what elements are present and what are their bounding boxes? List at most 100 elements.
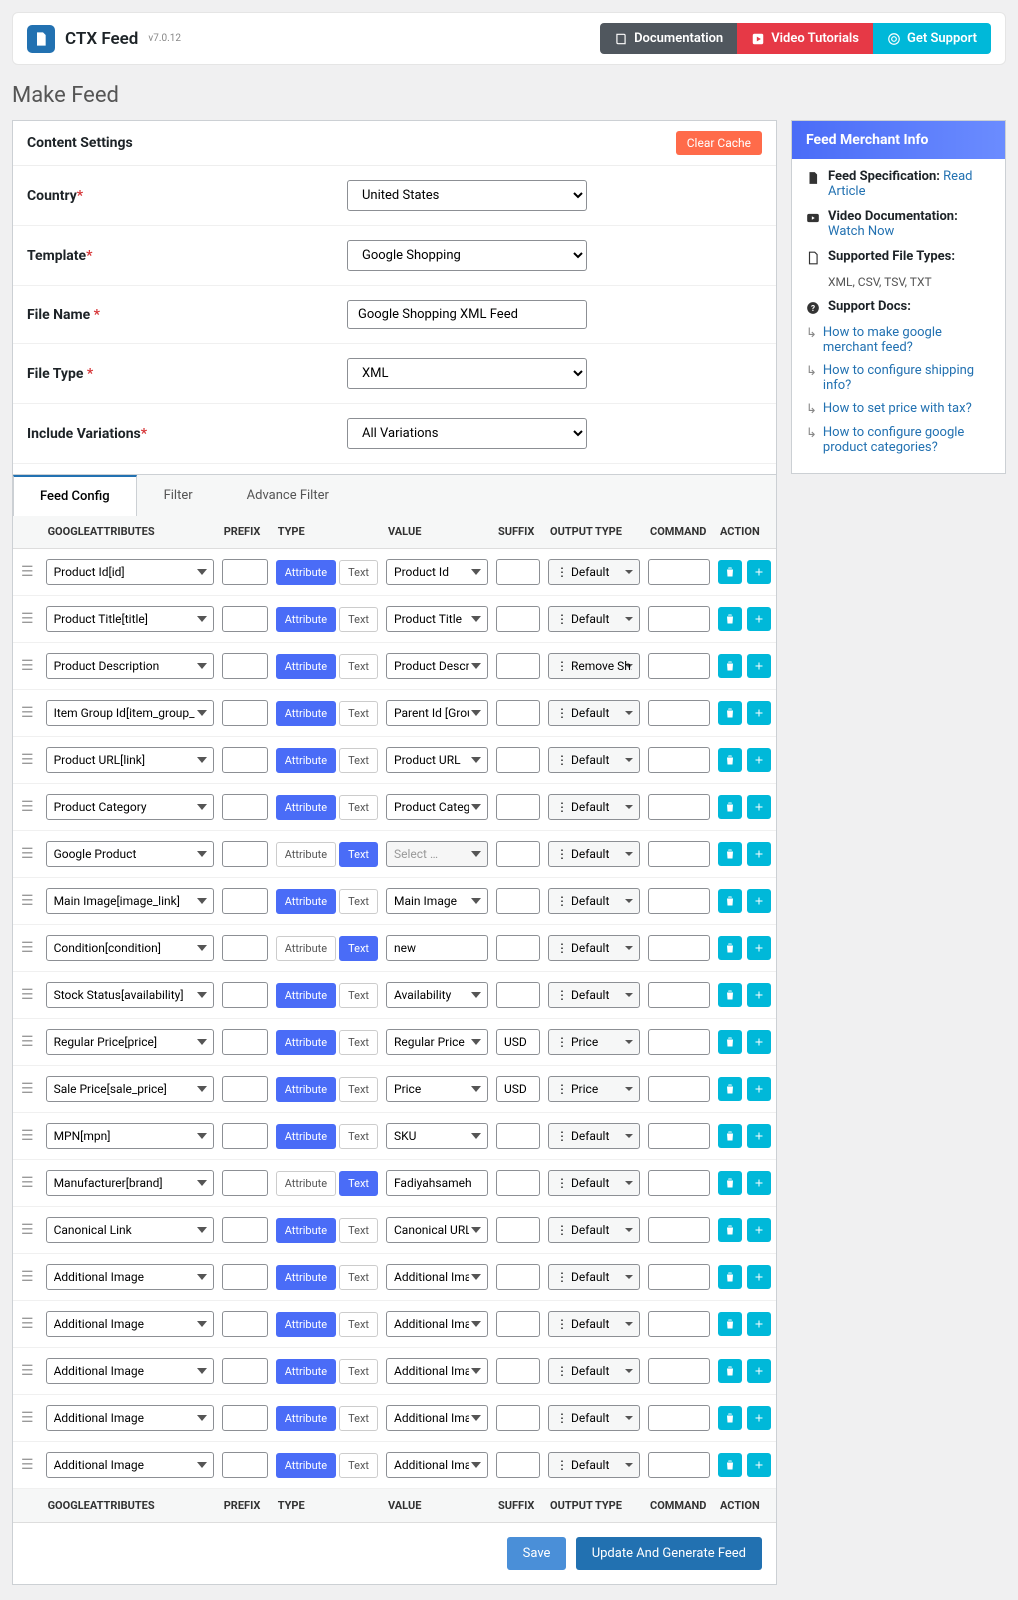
google-attribute-select[interactable]: Additional Image [46, 1452, 214, 1478]
faq-link[interactable]: How to configure shipping info? [823, 363, 991, 393]
output-type-select[interactable]: ⋮ Default [548, 559, 640, 585]
google-attribute-select[interactable]: Additional Image [46, 1358, 214, 1384]
type-text-toggle[interactable]: Text [339, 1453, 378, 1478]
drag-handle-icon[interactable]: ☰ [17, 893, 38, 909]
delete-row-button[interactable] [718, 936, 742, 960]
drag-handle-icon[interactable]: ☰ [17, 1457, 38, 1473]
value-select[interactable]: Availability [386, 982, 488, 1008]
drag-handle-icon[interactable]: ☰ [17, 705, 38, 721]
type-text-toggle[interactable]: Text [339, 1265, 378, 1290]
command-input[interactable] [648, 1405, 710, 1431]
type-attribute-toggle[interactable]: Attribute [276, 1077, 336, 1102]
google-attribute-select[interactable]: Product URL[link] [46, 747, 214, 773]
prefix-input[interactable] [222, 841, 268, 867]
drag-handle-icon[interactable]: ☰ [17, 1316, 38, 1332]
command-input[interactable] [648, 1029, 710, 1055]
suffix-input[interactable] [496, 559, 540, 585]
country-select[interactable]: United States [347, 180, 587, 211]
prefix-input[interactable] [222, 1358, 268, 1384]
google-attribute-select[interactable]: Regular Price[price] [46, 1029, 214, 1055]
tab-feed-config[interactable]: Feed Config [13, 475, 137, 516]
delete-row-button[interactable] [718, 1171, 742, 1195]
delete-row-button[interactable] [718, 607, 742, 631]
add-row-button[interactable] [747, 1265, 771, 1289]
google-attribute-select[interactable]: Additional Image [46, 1264, 214, 1290]
command-input[interactable] [648, 1217, 710, 1243]
value-select[interactable]: Additional Image [386, 1452, 488, 1478]
delete-row-button[interactable] [718, 1124, 742, 1148]
video-tutorials-button[interactable]: Video Tutorials [737, 23, 873, 54]
type-attribute-toggle[interactable]: Attribute [276, 1359, 336, 1384]
suffix-input[interactable] [496, 1264, 540, 1290]
value-select[interactable]: Additional Image [386, 1311, 488, 1337]
value-select[interactable]: Main Image [386, 888, 488, 914]
type-attribute-toggle[interactable]: Attribute [276, 701, 336, 726]
type-text-toggle[interactable]: Text [339, 842, 378, 867]
type-text-toggle[interactable]: Text [339, 607, 378, 632]
output-type-select[interactable]: ⋮ Default [548, 1311, 640, 1337]
type-attribute-toggle[interactable]: Attribute [276, 842, 336, 867]
command-input[interactable] [648, 606, 710, 632]
faq-link[interactable]: How to set price with tax? [823, 401, 972, 416]
type-attribute-toggle[interactable]: Attribute [276, 983, 336, 1008]
type-attribute-toggle[interactable]: Attribute [276, 1406, 336, 1431]
type-attribute-toggle[interactable]: Attribute [276, 795, 336, 820]
command-input[interactable] [648, 1311, 710, 1337]
type-text-toggle[interactable]: Text [339, 936, 378, 961]
suffix-input[interactable] [496, 1405, 540, 1431]
delete-row-button[interactable] [718, 1077, 742, 1101]
prefix-input[interactable] [222, 1076, 268, 1102]
output-type-select[interactable]: ⋮ Price [548, 1076, 640, 1102]
delete-row-button[interactable] [718, 748, 742, 772]
add-row-button[interactable] [747, 654, 771, 678]
drag-handle-icon[interactable]: ☰ [17, 1363, 38, 1379]
delete-row-button[interactable] [718, 889, 742, 913]
prefix-input[interactable] [222, 653, 268, 679]
command-input[interactable] [648, 1123, 710, 1149]
add-row-button[interactable] [747, 701, 771, 725]
value-select[interactable]: Product Title [386, 606, 488, 632]
prefix-input[interactable] [222, 1170, 268, 1196]
type-text-toggle[interactable]: Text [339, 1312, 378, 1337]
type-attribute-toggle[interactable]: Attribute [276, 1124, 336, 1149]
add-row-button[interactable] [747, 1171, 771, 1195]
suffix-input[interactable] [496, 1217, 540, 1243]
output-type-select[interactable]: ⋮ Default [548, 606, 640, 632]
command-input[interactable] [648, 559, 710, 585]
add-row-button[interactable] [747, 936, 771, 960]
prefix-input[interactable] [222, 1029, 268, 1055]
google-attribute-select[interactable]: Main Image[image_link] [46, 888, 214, 914]
type-attribute-toggle[interactable]: Attribute [276, 936, 336, 961]
delete-row-button[interactable] [718, 1265, 742, 1289]
output-type-select[interactable]: ⋮ Default [548, 1358, 640, 1384]
type-text-toggle[interactable]: Text [339, 748, 378, 773]
type-text-toggle[interactable]: Text [339, 1359, 378, 1384]
prefix-input[interactable] [222, 1452, 268, 1478]
add-row-button[interactable] [747, 983, 771, 1007]
prefix-input[interactable] [222, 1311, 268, 1337]
command-input[interactable] [648, 935, 710, 961]
value-select[interactable]: Parent Id [Group] [386, 700, 488, 726]
command-input[interactable] [648, 653, 710, 679]
documentation-button[interactable]: Documentation [600, 23, 737, 54]
command-input[interactable] [648, 1076, 710, 1102]
command-input[interactable] [648, 1170, 710, 1196]
command-input[interactable] [648, 888, 710, 914]
drag-handle-icon[interactable]: ☰ [17, 799, 38, 815]
add-row-button[interactable] [747, 748, 771, 772]
drag-handle-icon[interactable]: ☰ [17, 1222, 38, 1238]
delete-row-button[interactable] [718, 701, 742, 725]
prefix-input[interactable] [222, 1264, 268, 1290]
type-attribute-toggle[interactable]: Attribute [276, 1171, 336, 1196]
type-text-toggle[interactable]: Text [339, 701, 378, 726]
add-row-button[interactable] [747, 889, 771, 913]
value-select[interactable]: Additional Image [386, 1264, 488, 1290]
output-type-select[interactable]: ⋮ Default [548, 1405, 640, 1431]
value-select[interactable]: Product Category [386, 794, 488, 820]
delete-row-button[interactable] [718, 560, 742, 584]
output-type-select[interactable]: ⋮ Default [548, 1123, 640, 1149]
faq-link[interactable]: How to make google merchant feed? [823, 325, 991, 355]
add-row-button[interactable] [747, 560, 771, 584]
google-attribute-select[interactable]: Canonical Link [46, 1217, 214, 1243]
delete-row-button[interactable] [718, 983, 742, 1007]
